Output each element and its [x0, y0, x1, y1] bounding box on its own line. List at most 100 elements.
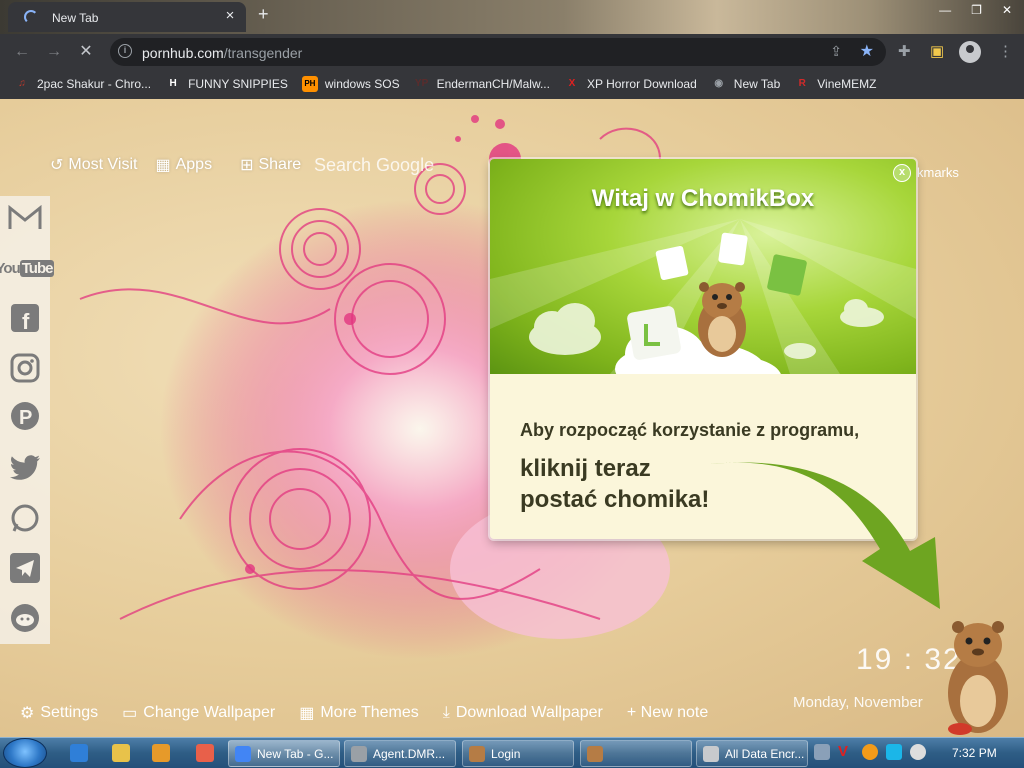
newtab-topbar: ↺ Most Visit ▦ Apps ⊞ Share: [50, 155, 301, 175]
yp-icon: YP: [414, 78, 429, 89]
hamster-mascot-icon[interactable]: [690, 279, 754, 364]
popup-close-button[interactable]: x: [893, 164, 911, 182]
side-panel-icon[interactable]: ▣: [930, 42, 944, 60]
close-window-button[interactable]: ✕: [1002, 3, 1012, 17]
minimize-button[interactable]: —: [939, 3, 951, 17]
taskbar-task[interactable]: Login: [462, 740, 574, 767]
ph-icon: PH: [301, 76, 318, 92]
tray-network-icon[interactable]: [814, 744, 830, 760]
site-info-icon[interactable]: i: [118, 44, 132, 58]
apps-link[interactable]: ▦ Apps: [155, 155, 212, 175]
address-bar[interactable]: i pornhub.com/transgender ⇪ ★: [110, 38, 886, 66]
tray-display-icon[interactable]: [886, 744, 902, 760]
svg-text:P: P: [19, 407, 32, 429]
settings-link[interactable]: ⚙ Settings: [20, 703, 98, 723]
gear-icon: ⚙: [20, 705, 35, 722]
share-link[interactable]: ⊞ Share: [240, 155, 301, 175]
media-player-icon[interactable]: [152, 744, 170, 762]
themes-grid-icon: ▦: [299, 705, 315, 722]
newtab-bottombar: ⚙ Settings ▭ Change Wallpaper ▦ More The…: [20, 703, 708, 723]
reddit-icon[interactable]: [0, 598, 50, 638]
stop-loading-icon[interactable]: ✕: [76, 42, 96, 62]
url-text[interactable]: pornhub.com/transgender: [142, 45, 302, 61]
system-tray: V: [814, 744, 926, 760]
bookmark-label: windows SOS: [324, 77, 400, 91]
taskbar-clock[interactable]: 7:32 PM: [952, 746, 997, 760]
profile-avatar-icon[interactable]: [959, 41, 981, 63]
more-themes-label: More Themes: [320, 704, 419, 721]
tray-antivirus-icon[interactable]: V: [838, 744, 854, 760]
facebook-icon[interactable]: f: [0, 298, 50, 338]
maximize-button[interactable]: ❐: [971, 3, 982, 17]
twitter-icon[interactable]: [0, 448, 50, 488]
windows-taskbar: New Tab - G... Agent.DMR... Login All Data …: [0, 737, 1024, 768]
start-button-icon[interactable]: [3, 738, 47, 768]
taskbar-task[interactable]: New Tab - G...: [228, 740, 340, 767]
tab-close-icon[interactable]: ×: [222, 8, 238, 24]
change-wallpaper-link[interactable]: ▭ Change Wallpaper: [122, 703, 275, 723]
tray-volume-icon[interactable]: [910, 744, 926, 760]
taskbar-task[interactable]: All Data Encr...: [696, 740, 808, 767]
task-label: Login: [491, 746, 521, 761]
task-app-icon: [703, 745, 719, 762]
gmail-icon[interactable]: [0, 198, 50, 238]
bookmarks-bar: ♫ 2pac Shakur - Chro... H FUNNY SNIPPIES PH w…: [0, 69, 1024, 99]
loading-spinner-icon: [24, 10, 38, 24]
bookmark-item[interactable]: ◉ New Tab: [711, 76, 780, 92]
hamster-character-icon[interactable]: [938, 609, 1018, 737]
forward-arrow-icon[interactable]: →: [44, 42, 64, 62]
back-arrow-icon[interactable]: ←: [12, 42, 32, 62]
r-icon: R: [798, 78, 806, 89]
download-icon: ⤓: [442, 704, 450, 721]
share-icon[interactable]: ⇪: [830, 43, 842, 60]
task-app-icon: [235, 745, 251, 762]
task-label: New Tab - G...: [257, 746, 334, 761]
bookmarks-link[interactable]: kmarks: [917, 165, 959, 180]
x-icon: X: [568, 78, 576, 89]
browser-toolbar: ← → ✕ i pornhub.com/transgender ⇪ ★ ✚ ▣ …: [0, 34, 1024, 69]
new-note-link[interactable]: + New note: [627, 703, 708, 723]
bookmark-label: 2pac Shakur - Chro...: [37, 77, 152, 91]
more-themes-link[interactable]: ▦ More Themes: [299, 703, 419, 723]
app-shortcut-icon[interactable]: [196, 744, 214, 762]
extensions-puzzle-icon[interactable]: ✚: [898, 42, 911, 60]
window-controls: — ❐ ✕: [939, 3, 1012, 17]
tab-title: New Tab: [52, 11, 99, 25]
menu-kebab-icon[interactable]: ⋮: [998, 42, 1013, 60]
most-visited-link[interactable]: ↺ Most Visit: [50, 155, 137, 175]
task-label: All Data Encr...: [725, 746, 805, 761]
bookmark-item[interactable]: X XP Horror Download: [564, 76, 697, 92]
bookmark-label: FUNNY SNIPPIES: [188, 77, 288, 91]
youtube-icon[interactable]: YouTube: [0, 248, 55, 288]
bookmark-star-icon[interactable]: ★: [860, 41, 874, 61]
internet-explorer-icon[interactable]: [70, 744, 88, 762]
bookmark-label: XP Horror Download: [586, 77, 697, 91]
bookmark-item[interactable]: ♫ 2pac Shakur - Chro...: [14, 76, 151, 92]
taskbar-task[interactable]: [580, 740, 692, 767]
svg-text:f: f: [22, 309, 30, 332]
telegram-icon[interactable]: [0, 548, 50, 588]
download-wallpaper-link[interactable]: ⤓ Download Wallpaper: [443, 703, 603, 723]
taskbar-task[interactable]: Agent.DMR...: [344, 740, 456, 767]
apps-grid-icon: ▦: [155, 157, 171, 174]
tray-search-icon[interactable]: [862, 744, 878, 760]
history-clock-icon: ↺: [50, 157, 64, 174]
apps-label: Apps: [175, 156, 213, 173]
social-sidebar: YouTube f P: [0, 196, 55, 644]
green-arrow-icon: [710, 462, 940, 609]
popup-instruction-line1: Aby rozpocząć korzystanie z programu,: [520, 420, 860, 440]
popup-hero-banner: Witaj w ChomikBox x: [490, 159, 916, 374]
instagram-icon[interactable]: [0, 348, 50, 388]
bookmark-item[interactable]: YP EndermanCH/Malw...: [414, 76, 550, 92]
bookmark-label: VineMEMZ: [817, 77, 877, 91]
google-search-input[interactable]: [314, 152, 484, 178]
whatsapp-icon[interactable]: [0, 498, 50, 538]
pinterest-icon[interactable]: P: [0, 396, 50, 436]
explorer-folder-icon[interactable]: [112, 744, 130, 762]
bookmark-item[interactable]: H FUNNY SNIPPIES: [165, 76, 288, 92]
bookmark-item[interactable]: R VineMEMZ: [794, 76, 877, 92]
new-tab-button[interactable]: +: [258, 4, 269, 25]
tab-bar: New Tab × + — ❐ ✕: [0, 0, 1024, 34]
tab-new-tab[interactable]: New Tab ×: [8, 2, 246, 32]
bookmark-item[interactable]: PH windows SOS: [301, 76, 400, 92]
